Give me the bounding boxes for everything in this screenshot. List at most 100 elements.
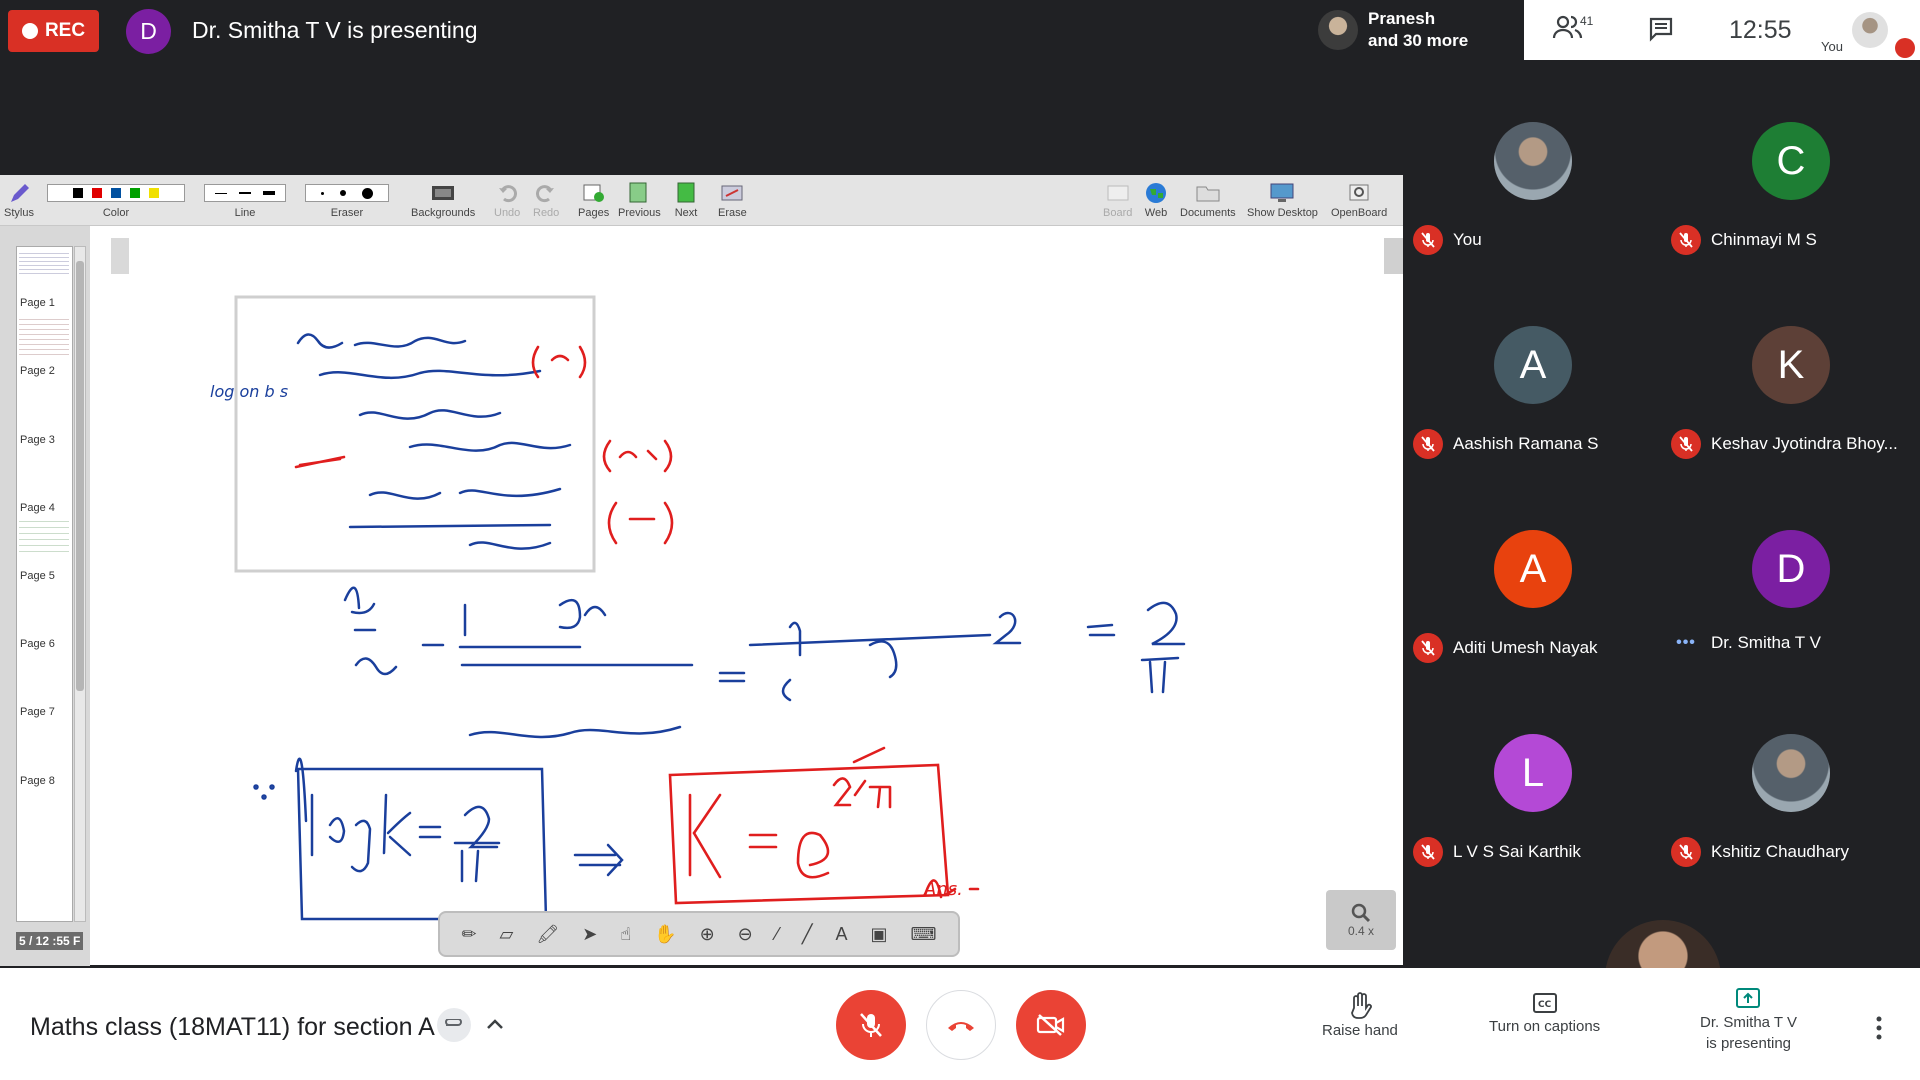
participant-tile[interactable]: A Aditi Umesh Nayak [1403,500,1661,705]
top-controls: 41 12:55 You [1524,0,1920,60]
presenting-button[interactable]: Dr. Smitha T V is presenting [1700,986,1797,1054]
participant-avatar: L [1494,734,1572,812]
margin-note: log on b s [210,382,288,401]
captions-icon: CC [1532,993,1557,1013]
active-speaker-chip[interactable]: Pranesh and 30 more [1309,0,1522,60]
zoom-icon [1351,903,1371,923]
text-icon[interactable]: A [836,924,848,945]
participant-avatar [1494,122,1572,200]
participant-avatar: D [1752,530,1830,608]
mic-off-icon [1413,633,1443,663]
meeting-title[interactable]: Maths class (18MAT11) for section A [30,1013,435,1042]
pen-icon[interactable]: ✏ [461,924,476,945]
camera-off-icon [1036,1014,1065,1036]
participant-tile[interactable]: A Aashish Ramana S [1403,296,1661,501]
presenter-avatar: D [126,9,171,54]
recording-badge: REC [8,10,99,52]
answer-mark: Ans. [923,879,963,900]
svg-text:CC: CC [1538,1000,1552,1010]
zoom-label: 0.4 x [1347,924,1374,938]
self-muted-icon [1895,38,1915,58]
record-dot-icon [21,23,38,39]
participant-name: Aditi Umesh Nayak [1453,638,1598,657]
attachment-icon[interactable] [437,1008,471,1042]
highlighter-icon[interactable]: 🖍 [536,924,559,945]
participant-name: Aashish Ramana S [1453,434,1599,453]
pasted-problem-box [234,295,596,573]
participant-name-row: Kshitiz Chaudhary [1671,837,1916,867]
mic-off-icon [1671,429,1701,459]
participant-tile[interactable]: Kshitiz Chaudhary [1661,704,1919,909]
pointer-icon[interactable]: ➤ [582,924,597,945]
mic-off-icon [1671,225,1701,255]
mic-off-icon [860,1013,882,1037]
zoom-out-icon[interactable]: ⊖ [738,924,753,945]
zoom-indicator[interactable]: 0.4 x [1326,890,1396,950]
laser-icon[interactable]: ☝ [620,924,631,945]
handwriting-canvas: log on b s Ans. [210,295,1186,921]
pipette-icon[interactable]: ⁄ [776,924,779,945]
speaking-indicator-icon: ••• [1676,634,1696,651]
presenting-label: Dr. Smitha T V is presenting [192,17,478,43]
participant-tile[interactable]: D ••• Dr. Smitha T V [1661,500,1919,705]
participant-name-row: Keshav Jyotindra Bhoy... [1671,429,1916,459]
capture-icon[interactable]: ▣ [870,924,887,945]
self-label: You [1821,39,1843,54]
present-icon [1736,988,1761,1008]
participant-avatar: C [1752,122,1830,200]
participant-name: You [1453,230,1482,249]
participant-name: Keshav Jyotindra Bhoy... [1711,434,1898,453]
participant-name: Kshitiz Chaudhary [1711,842,1849,861]
hang-up-icon [948,1022,974,1031]
mic-off-icon [1413,429,1443,459]
participant-name-row: You [1413,225,1658,255]
participant-name: Chinmayi M S [1711,230,1817,249]
participant-name: L V S Sai Karthik [1453,842,1581,861]
mic-off-icon [1671,837,1701,867]
chevron-up-icon[interactable] [486,1014,504,1035]
camera-toggle-button[interactable] [1016,990,1086,1060]
meet-window: { "top_bar": { "rec_label": "REC", "pres… [0,0,1920,1080]
speaker-more: and 30 more [1368,31,1469,50]
rec-label: REC [44,20,86,41]
participant-name-row: ••• Dr. Smitha T V [1671,633,1916,653]
blue-ink [253,333,1186,921]
keyboard-icon[interactable]: ⌨ [910,924,936,945]
participant-count: 41 [1580,14,1594,28]
mic-off-icon [1413,225,1443,255]
hand-icon[interactable]: ✋ [654,924,676,945]
participant-avatar: K [1752,326,1830,404]
clock: 12:55 [1729,16,1792,44]
participant-grid: You C Chinmayi M S A Aashish Ramana S K Keshav… [1403,92,1920,968]
captions-button[interactable]: CC Turn on captions [1489,990,1600,1037]
leave-call-button[interactable] [926,990,996,1060]
participant-avatar: A [1494,326,1572,404]
participant-name-row: Aashish Ramana S [1413,429,1658,459]
floating-tool-bar: ✏ ▱ 🖍 ➤ ☝ ✋ ⊕ ⊖ ⁄ ╱ A ▣ ⌨ [438,911,960,957]
participant-tile[interactable]: C Chinmayi M S [1661,92,1919,297]
zoom-in-icon[interactable]: ⊕ [700,924,715,945]
hand-icon [1351,992,1372,1019]
eraser-icon[interactable]: ▱ [500,924,514,945]
mic-toggle-button[interactable] [836,990,906,1060]
mic-off-icon [1413,837,1443,867]
more-options-icon[interactable] [1875,1016,1883,1045]
participant-name-row: Aditi Umesh Nayak [1413,633,1658,663]
red-ink [294,345,980,905]
participant-name-row: L V S Sai Karthik [1413,837,1658,867]
participant-avatar: A [1494,530,1572,608]
participant-tile[interactable]: K Keshav Jyotindra Bhoy... [1661,296,1919,501]
line-icon[interactable]: ╱ [802,924,813,945]
speaker-avatar [1318,10,1358,50]
participant-tile[interactable]: L L V S Sai Karthik [1403,704,1661,909]
participant-tile[interactable]: You [1403,92,1661,297]
self-avatar[interactable] [1852,12,1888,48]
participant-name-row: Chinmayi M S [1671,225,1916,255]
bottom-bar: Maths class (18MAT11) for section A Rais… [0,968,1920,1080]
participant-name: Dr. Smitha T V [1711,633,1821,652]
chat-icon[interactable] [1648,16,1674,47]
speaker-name: Pranesh [1368,9,1436,28]
raise-hand-button[interactable]: Raise hand [1322,990,1398,1041]
participant-avatar [1752,734,1830,812]
presentation-openboard: Stylus Color Line Eraser Backgrounds Und… [0,175,1403,966]
